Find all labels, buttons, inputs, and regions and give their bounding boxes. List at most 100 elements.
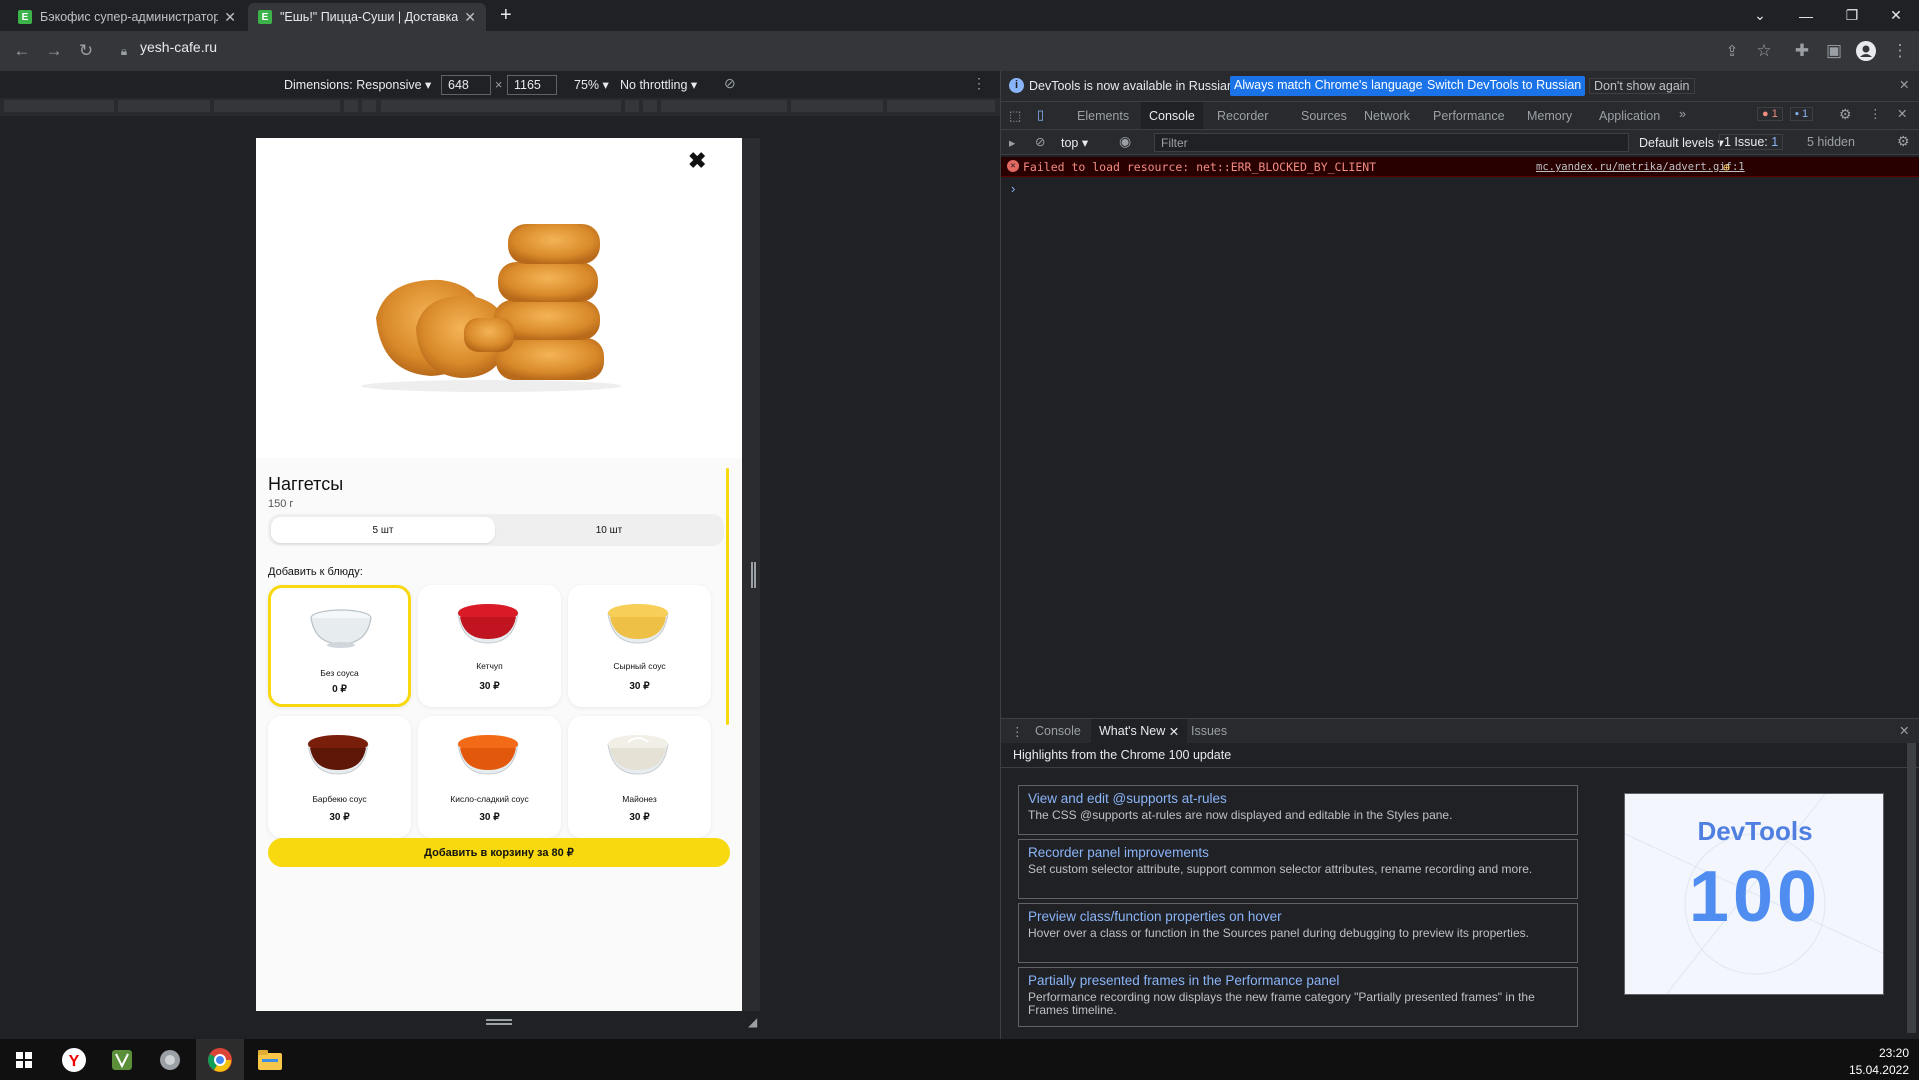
rotate-icon[interactable]: ⊘ xyxy=(724,75,736,92)
back-arrow-icon[interactable]: ← xyxy=(10,39,34,63)
addon-card-sweet-sour-sauce[interactable]: Кисло-сладкий соус 30 ₽ xyxy=(418,716,561,838)
side-panel-icon[interactable]: ▣ xyxy=(1822,39,1846,63)
media-query-segment[interactable] xyxy=(791,100,883,112)
yandex-browser-icon[interactable]: Y xyxy=(50,1039,98,1080)
file-explorer-icon[interactable] xyxy=(246,1039,294,1080)
infobar-close-icon[interactable]: ✕ xyxy=(1899,77,1909,92)
reload-icon[interactable]: ↻ xyxy=(74,39,98,63)
media-query-segment[interactable] xyxy=(661,100,787,112)
media-query-segment[interactable] xyxy=(118,100,210,112)
device-toolbar-menu-icon[interactable]: ⋮ xyxy=(972,75,986,92)
browser-tab-backoffice[interactable]: E Бэкофис супер-администратора ✕ xyxy=(8,3,246,31)
tab-search-chevron-icon[interactable]: ⌄ xyxy=(1737,0,1783,31)
extensions-puzzle-icon[interactable]: ✚ xyxy=(1790,39,1814,63)
addon-card-bbq-sauce[interactable]: Барбекю соус 30 ₽ xyxy=(268,716,411,838)
addon-card-mayonnaise[interactable]: Майонез 30 ₽ xyxy=(568,716,711,838)
windows-start-icon[interactable] xyxy=(0,1039,48,1080)
address-bar-url[interactable]: yesh-cafe.ru xyxy=(140,39,217,55)
tab-network[interactable]: Network xyxy=(1356,102,1418,129)
log-levels-dropdown[interactable]: Default levels ▾ xyxy=(1639,135,1724,150)
live-expression-eye-icon[interactable]: ◉ xyxy=(1119,133,1131,150)
drawer-tab-whats-new[interactable]: What's New ✕ xyxy=(1091,719,1188,743)
tab-performance[interactable]: Performance xyxy=(1425,102,1513,129)
feature-card-preview-hover[interactable]: Preview class/function properties on hov… xyxy=(1018,903,1578,963)
tab-recorder[interactable]: Recorder xyxy=(1209,102,1276,129)
sidebar-toggle-icon[interactable]: ▸ xyxy=(1009,135,1015,150)
tab-sources[interactable]: Sources xyxy=(1293,102,1355,129)
tab-console[interactable]: Console xyxy=(1141,102,1203,129)
media-query-segment[interactable] xyxy=(887,100,995,112)
lock-icon[interactable]: 🔒︎ xyxy=(112,39,136,63)
media-query-segment[interactable] xyxy=(643,100,657,112)
scroll-indicator[interactable] xyxy=(726,468,729,725)
resize-handle-bottom-icon[interactable] xyxy=(486,1019,512,1025)
new-tab-button[interactable]: + xyxy=(500,4,512,27)
minimize-icon[interactable]: — xyxy=(1783,0,1829,31)
profile-avatar-icon[interactable] xyxy=(1854,39,1878,63)
tab-elements[interactable]: Elements xyxy=(1069,102,1137,129)
context-dropdown[interactable]: top ▾ xyxy=(1061,135,1088,150)
issues-badge[interactable]: 1 Issue: 1 xyxy=(1719,134,1784,150)
app-icon-green[interactable] xyxy=(98,1039,146,1080)
share-icon[interactable]: ⇪ xyxy=(1720,39,1744,63)
console-settings-gear-icon[interactable]: ⚙ xyxy=(1897,133,1910,150)
tab-memory[interactable]: Memory xyxy=(1519,102,1580,129)
resize-handle-right-icon[interactable] xyxy=(751,562,756,588)
settings-gear-icon[interactable]: ⚙ xyxy=(1839,106,1852,123)
error-count-badge[interactable]: ● 1 xyxy=(1757,107,1783,121)
media-query-segment[interactable] xyxy=(381,100,621,112)
media-query-segment[interactable] xyxy=(625,100,639,112)
feature-title[interactable]: Preview class/function properties on hov… xyxy=(1028,909,1568,924)
close-modal-icon[interactable]: ✖ xyxy=(688,148,706,174)
drawer-scrollbar[interactable] xyxy=(1907,743,1916,1033)
drawer-tab-close-icon[interactable]: ✕ xyxy=(1169,724,1179,739)
media-query-segment[interactable] xyxy=(344,100,358,112)
dimensions-dropdown[interactable]: Dimensions: Responsive ▾ xyxy=(284,77,431,92)
feature-title[interactable]: View and edit @supports at-rules xyxy=(1028,791,1568,806)
dont-show-again-button[interactable]: Don't show again xyxy=(1589,78,1695,94)
drawer-tab-issues[interactable]: Issues xyxy=(1183,719,1235,743)
feature-card-recorder[interactable]: Recorder panel improvements Set custom s… xyxy=(1018,839,1578,899)
chrome-menu-icon[interactable]: ⋮ xyxy=(1888,39,1912,63)
portion-option-5[interactable]: 5 шт xyxy=(271,517,495,543)
media-query-segment[interactable] xyxy=(214,100,340,112)
forward-arrow-icon[interactable]: → xyxy=(42,39,66,63)
match-language-button[interactable]: Always match Chrome's language xyxy=(1230,76,1427,96)
viewport-height-input[interactable]: 1165 xyxy=(507,75,557,95)
restore-icon[interactable]: ❐ xyxy=(1829,0,1875,31)
addon-card-no-sauce[interactable]: Без соуса 0 ₽ xyxy=(268,585,411,707)
portion-option-10[interactable]: 10 шт xyxy=(497,517,721,543)
bookmark-star-icon[interactable]: ☆ xyxy=(1752,39,1776,63)
viewport-width-input[interactable]: 648 xyxy=(441,75,491,95)
device-toggle-icon[interactable]: ▯ xyxy=(1037,107,1044,123)
message-count-badge[interactable]: ▪ 1 xyxy=(1790,107,1814,121)
feature-title[interactable]: Recorder panel improvements xyxy=(1028,845,1568,860)
devtools-close-icon[interactable]: ✕ xyxy=(1897,106,1907,121)
inspect-element-icon[interactable]: ⬚ xyxy=(1009,108,1021,124)
browser-tab-yesh-cafe[interactable]: E "Ешь!" Пицца-Суши | Доставка ✕ xyxy=(248,3,486,31)
addon-card-ketchup[interactable]: Кетчуп 30 ₽ xyxy=(418,585,561,707)
devtools-menu-icon[interactable]: ⋮ xyxy=(1869,106,1882,121)
error-source-link[interactable]: mc.yandex.ru/metrika/advert.gif:1 xyxy=(1536,161,1745,173)
more-tabs-icon[interactable]: » xyxy=(1679,107,1686,121)
feature-card-supports[interactable]: View and edit @supports at-rules The CSS… xyxy=(1018,785,1578,835)
drawer-close-icon[interactable]: ✕ xyxy=(1899,723,1909,738)
console-filter-input[interactable]: Filter xyxy=(1154,133,1629,152)
media-query-segment[interactable] xyxy=(362,100,376,112)
chrome-app-icon[interactable] xyxy=(196,1039,244,1080)
clear-console-icon[interactable]: ⊘ xyxy=(1035,134,1045,149)
feature-title[interactable]: Partially presented frames in the Perfor… xyxy=(1028,973,1568,988)
app-icon-grey[interactable] xyxy=(146,1039,194,1080)
system-clock[interactable]: 23:20 15.04.2022 xyxy=(1849,1045,1909,1079)
tab-close-icon[interactable]: ✕ xyxy=(464,9,476,26)
drawer-tab-console[interactable]: Console xyxy=(1027,719,1089,743)
zoom-dropdown[interactable]: 75% ▾ xyxy=(574,77,609,92)
tab-close-icon[interactable]: ✕ xyxy=(224,9,236,26)
drawer-menu-icon[interactable]: ⋮ xyxy=(1011,724,1024,739)
tab-application[interactable]: Application xyxy=(1591,102,1668,129)
add-to-cart-button[interactable]: Добавить в корзину за 80 ₽ xyxy=(268,838,730,867)
switch-language-button[interactable]: Switch DevTools to Russian xyxy=(1423,76,1586,96)
resize-corner-icon[interactable]: ◢ xyxy=(748,1015,757,1029)
throttling-dropdown[interactable]: No throttling ▾ xyxy=(620,77,697,92)
addon-card-cheese-sauce[interactable]: Сырный соус 30 ₽ xyxy=(568,585,711,707)
